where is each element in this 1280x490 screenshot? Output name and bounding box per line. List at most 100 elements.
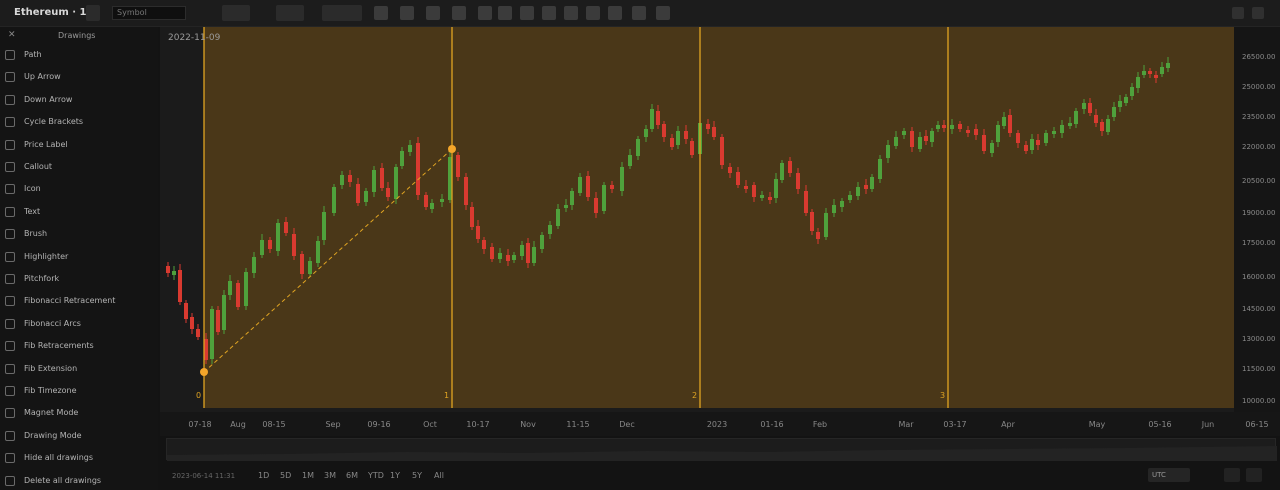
time-tick: 05-16 — [1148, 420, 1172, 429]
fullscreen-icon[interactable] — [1252, 7, 1264, 19]
chart-area[interactable]: 26500.00 25000.00 23500.00 22000.00 20500.00… — [160, 27, 1280, 412]
price-tick: 26500.00 — [1242, 53, 1275, 61]
candle-down — [736, 172, 740, 185]
brush-icon — [5, 229, 15, 240]
toolbar-icon-13[interactable] — [656, 6, 670, 20]
candle-up — [322, 212, 326, 240]
symbol-title[interactable]: Ethereum · 1D — [14, 7, 95, 18]
candle-down — [1008, 115, 1012, 133]
sidebar-item-price-label[interactable]: Price Label — [0, 135, 158, 155]
timeframe-button[interactable]: 6M — [346, 471, 358, 480]
timeframe-button[interactable]: 1M — [302, 471, 314, 480]
cycle-icon — [5, 117, 15, 128]
toolbar-icon-7[interactable] — [520, 6, 534, 20]
symbol-dropdown-icon[interactable] — [86, 5, 100, 21]
sidebar-item-pitchfork[interactable]: Pitchfork — [0, 269, 158, 289]
time-axis[interactable]: 07-18 Aug 08-15 Sep 09-16 Oct 10-17 Nov 11-15 Dec… — [160, 412, 1280, 436]
sidebar-item-fib-time[interactable]: Fib Timezone — [0, 381, 158, 401]
sidebar-title: Drawings — [58, 31, 96, 40]
symbol-search-input[interactable]: Symbol — [112, 6, 186, 20]
timeframe-button[interactable]: 1Y — [390, 471, 400, 480]
sidebar-item-callout[interactable]: Callout — [0, 157, 158, 177]
toolbar-icon-5[interactable] — [478, 6, 492, 20]
fib-icon — [5, 296, 15, 307]
candle-up — [918, 137, 922, 149]
candle-down — [712, 127, 716, 137]
toolbar-icon-10[interactable] — [586, 6, 600, 20]
close-icon[interactable]: ✕ — [8, 30, 16, 40]
candle-down — [752, 185, 756, 197]
sidebar-item-pencil[interactable]: Drawing Mode — [0, 426, 158, 446]
price-tick: 14500.00 — [1242, 305, 1275, 313]
candle-up — [1030, 139, 1034, 150]
candle-up — [532, 247, 536, 263]
candle-down — [1088, 103, 1092, 113]
candle-down — [482, 240, 486, 249]
candlestick-chart[interactable]: 26500.00 25000.00 23500.00 22000.00 20500.00… — [160, 27, 1280, 412]
price-tick: 17500.00 — [1242, 239, 1275, 247]
sidebar-item-emoji[interactable]: Icon — [0, 179, 158, 199]
candle-up — [260, 240, 264, 255]
sidebar-item-cycle[interactable]: Cycle Brackets — [0, 112, 158, 132]
sidebar-item-label: Path — [24, 50, 42, 59]
current-time: 2023-06-14 11:31 — [172, 472, 236, 480]
cycle-anchor-start[interactable] — [200, 368, 208, 376]
cycle-anchor-end[interactable] — [448, 145, 456, 153]
candle-up — [252, 257, 256, 273]
sidebar-item-arrow-up[interactable]: Up Arrow — [0, 67, 158, 87]
candle-down — [424, 195, 428, 207]
timeframe-button[interactable]: 5Y — [412, 471, 422, 480]
sidebar-item-fib-retrace[interactable]: Fib Retracements — [0, 336, 158, 356]
sidebar-item-brush[interactable]: Brush — [0, 224, 158, 244]
toolbar-icon-8[interactable] — [542, 6, 556, 20]
toolbar-icon-6[interactable] — [498, 6, 512, 20]
timezone-select[interactable]: UTC — [1148, 468, 1190, 482]
candle-up — [620, 167, 624, 191]
candle-up — [1106, 119, 1110, 132]
toolbar-icon-11[interactable] — [608, 6, 622, 20]
sidebar-item-text[interactable]: Text — [0, 202, 158, 222]
time-tick: Dec — [619, 420, 635, 429]
sidebar-item-arrow-down[interactable]: Down Arrow — [0, 90, 158, 110]
range-navigator[interactable] — [166, 438, 1277, 461]
timeframe-button[interactable]: YTD — [368, 471, 384, 480]
timeframe-button[interactable]: 5D — [280, 471, 291, 480]
compare-button[interactable] — [322, 5, 362, 21]
time-tick: 09-16 — [367, 420, 391, 429]
candle-down — [610, 185, 614, 189]
sidebar-item-trash[interactable]: Delete all drawings — [0, 471, 158, 490]
candle-up — [1166, 63, 1170, 68]
sidebar-item-fib[interactable]: Fibonacci Retracement — [0, 291, 158, 311]
arrow-down-icon — [5, 94, 15, 105]
eye-icon — [5, 453, 15, 464]
timeframe-button[interactable]: All — [434, 471, 444, 480]
candle-up — [930, 131, 934, 142]
toolbar-icon-3[interactable] — [426, 6, 440, 20]
candle-down — [464, 177, 468, 205]
candle-down — [216, 310, 220, 332]
toolbar-icon-4[interactable] — [452, 6, 466, 20]
candle-down — [184, 303, 188, 319]
sidebar-item-fib-arc[interactable]: Fibonacci Arcs — [0, 314, 158, 334]
timeframe-button[interactable]: 3M — [324, 471, 336, 480]
sidebar-item-magnet[interactable]: Magnet Mode — [0, 403, 158, 423]
candle-up — [1136, 77, 1140, 88]
toolbar-icon-9[interactable] — [564, 6, 578, 20]
cursor-date-label: 2022-11-09 — [168, 33, 221, 43]
candle-up — [548, 225, 552, 234]
toolbar-icon-1[interactable] — [374, 6, 388, 20]
toolbar-icon-2[interactable] — [400, 6, 414, 20]
toolbar-icon-12[interactable] — [632, 6, 646, 20]
log-scale-button[interactable] — [1224, 468, 1240, 482]
auto-scale-button[interactable] — [1246, 468, 1262, 482]
timeframe-button[interactable]: 1D — [258, 471, 269, 480]
emoji-icon — [5, 184, 15, 195]
interval-button[interactable] — [222, 5, 250, 21]
sidebar-item-eye[interactable]: Hide all drawings — [0, 448, 158, 468]
sidebar-item-highlighter[interactable]: Highlighter — [0, 247, 158, 267]
candle-down — [942, 125, 946, 128]
settings-icon[interactable] — [1232, 7, 1244, 19]
sidebar-item-path[interactable]: Path — [0, 45, 158, 65]
indicators-button[interactable] — [276, 5, 304, 21]
sidebar-item-fib-ext[interactable]: Fib Extension — [0, 359, 158, 379]
